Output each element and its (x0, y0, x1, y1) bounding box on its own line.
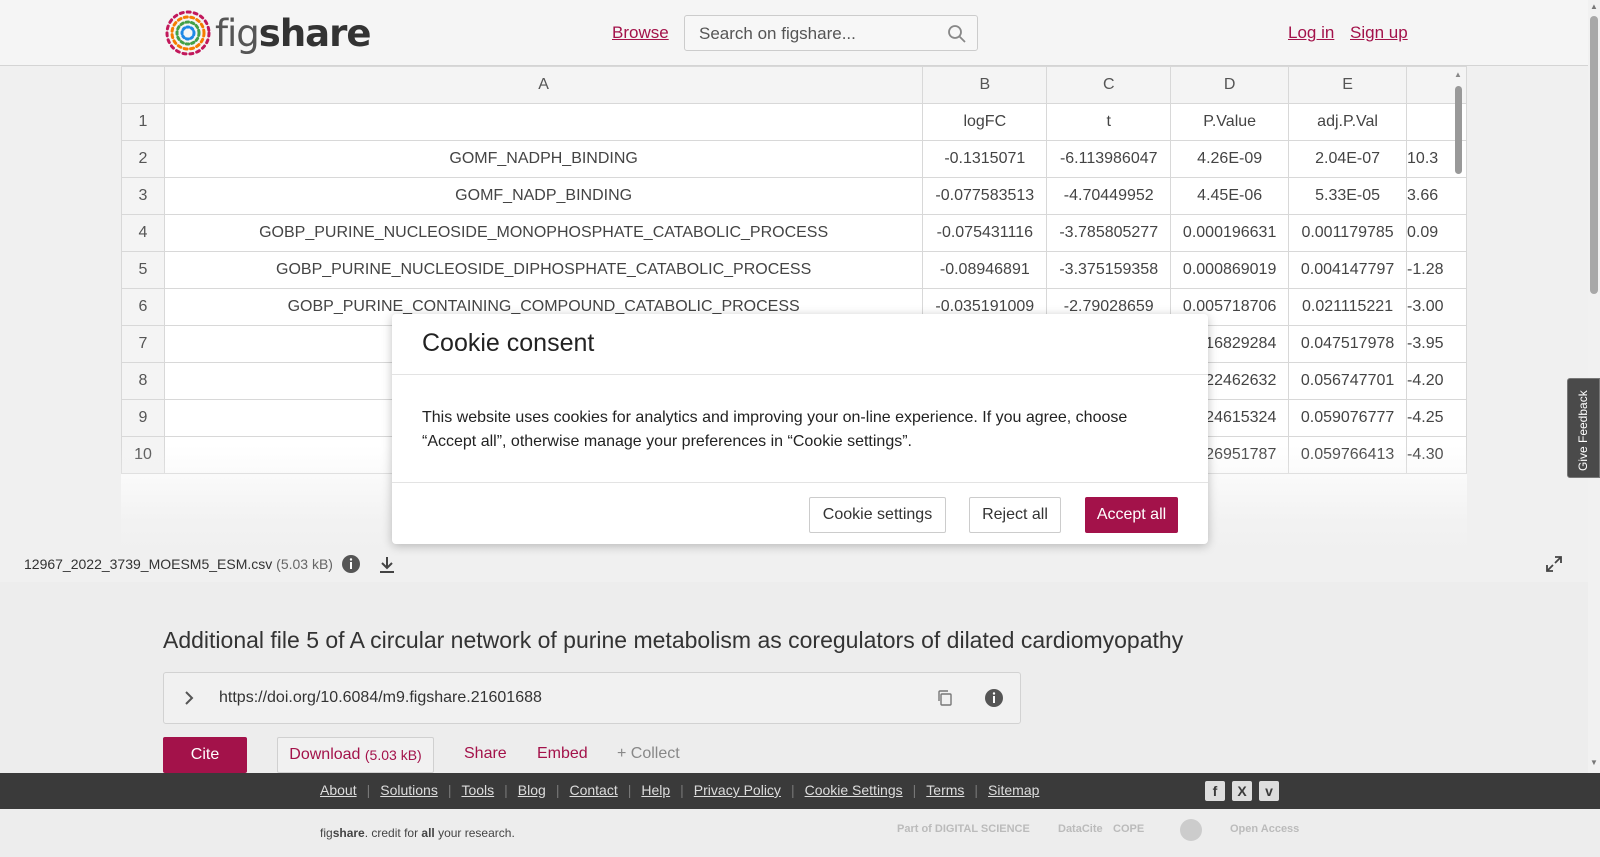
dialog-title: Cookie consent (422, 329, 595, 357)
accept-all-button[interactable]: Accept all (1085, 497, 1178, 533)
reject-all-button[interactable]: Reject all (969, 497, 1061, 533)
dialog-text: This website uses cookies for analytics … (422, 409, 1128, 450)
cookie-settings-button[interactable]: Cookie settings (809, 497, 946, 533)
cookie-consent-dialog: Cookie consent This website uses cookies… (392, 314, 1208, 544)
divider (392, 374, 1208, 375)
divider (392, 482, 1208, 483)
